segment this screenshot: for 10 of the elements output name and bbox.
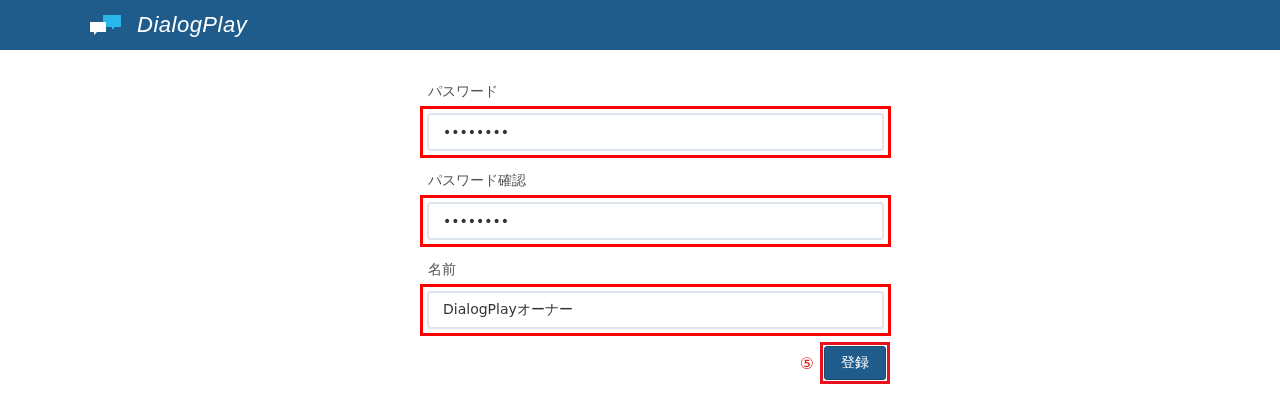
step-number: ⑤ [799, 353, 814, 373]
field-label: パスワード確認 [427, 171, 527, 190]
input-field[interactable]: DialogPlayオーナー [427, 291, 884, 329]
field-label: 名前 [427, 260, 457, 279]
register-button[interactable]: 登録 [824, 346, 886, 380]
input-field[interactable]: •••••••• [427, 202, 884, 240]
field-label: パスワード [427, 82, 499, 101]
chat-bubbles-icon [89, 13, 123, 37]
input-field[interactable]: •••••••• [427, 113, 884, 151]
app-title: DialogPlay [137, 12, 248, 38]
